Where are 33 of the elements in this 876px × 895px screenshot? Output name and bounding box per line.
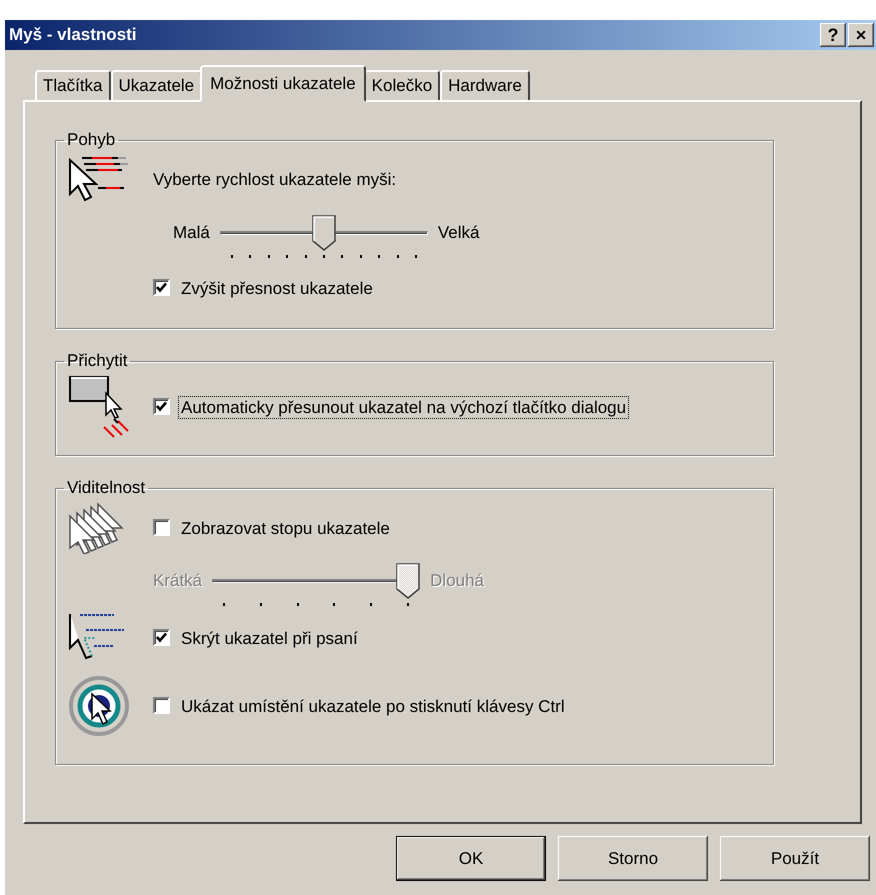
checkbox-label[interactable]: Zobrazovat stopu ukazatele [178, 516, 393, 540]
tab[interactable]: Možnosti ukazatele [200, 65, 366, 102]
checkbox[interactable] [153, 398, 170, 414]
checkbox[interactable] [153, 278, 170, 296]
window-title: Myš - vlastnosti [9, 25, 137, 45]
group-title: Přichytit [66, 351, 128, 371]
speed-label: Vyberte rychlost ukazatele myši: [153, 170, 396, 189]
slider-min-label: Krátká [153, 570, 202, 591]
slider-max-label: Velká [438, 222, 480, 243]
close-button[interactable]: × [848, 23, 874, 47]
tab[interactable]: Ukazatele [110, 70, 202, 100]
checkbox-label[interactable]: Skrýt ukazatel při psaní [178, 626, 361, 650]
tab[interactable]: Kolečko [364, 70, 440, 100]
checkbox-label[interactable]: Automaticky přesunout ukazatel na výchozí tlačítko dialogu [178, 396, 630, 418]
checkbox-label[interactable]: Zvýšit přesnost ukazatele [178, 276, 376, 300]
tab[interactable]: Tlačítka [35, 70, 111, 100]
locate-pointer-icon [68, 675, 130, 737]
checkbox[interactable] [153, 628, 170, 646]
dialog-button[interactable]: Použít [720, 836, 870, 881]
help-button[interactable]: ? [820, 23, 846, 47]
snap-to-button-icon [68, 375, 130, 439]
tab[interactable]: Hardware [440, 70, 530, 100]
group-title: Pohyb [66, 130, 116, 150]
slider-min-label: Malá [173, 222, 210, 243]
checkbox[interactable] [153, 518, 170, 536]
dialog-button[interactable]: OK [396, 836, 546, 881]
dialog-button[interactable]: Storno [558, 836, 708, 881]
checkbox[interactable] [153, 696, 170, 714]
slider-max-label: Dlouhá [430, 570, 484, 591]
checkbox-label[interactable]: Ukázat umístění ukazatele po stisknutí klávesy Ctrl [178, 694, 568, 718]
group-title: Viditelnost [66, 478, 146, 498]
slider-track[interactable] [220, 215, 428, 251]
slider-thumb[interactable] [312, 215, 336, 251]
